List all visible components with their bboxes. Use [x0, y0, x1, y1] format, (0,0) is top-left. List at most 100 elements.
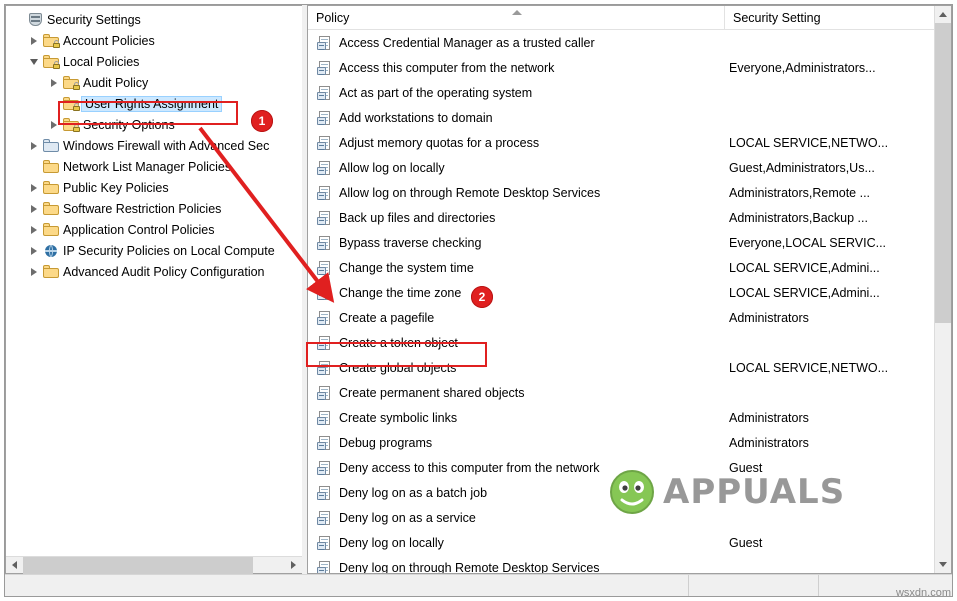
policy-name: Allow log on through Remote Desktop Serv… [339, 185, 601, 200]
sidebar-label: Application Control Policies [63, 222, 215, 237]
table-row[interactable]: Access Credential Manager as a trusted c… [308, 30, 951, 55]
policy-name: Deny log on through Remote Desktop Servi… [339, 560, 600, 574]
scroll-down-button[interactable] [935, 556, 951, 573]
expander-local-policies[interactable] [26, 58, 42, 65]
table-row[interactable]: Deny log on through Remote Desktop Servi… [308, 555, 951, 573]
folder-lock-icon [42, 55, 60, 69]
table-row[interactable]: Deny log on as a batch job [308, 480, 951, 505]
sidebar-item-advanced-audit-policy-configuration[interactable]: Advanced Audit Policy Configuration [6, 261, 302, 282]
tree-root-security-settings[interactable]: Security Settings [6, 9, 302, 30]
policy-name: Create global objects [339, 360, 457, 375]
tree-horizontal-scrollbar[interactable] [6, 556, 302, 574]
sidebar-item-windows-firewall[interactable]: Windows Firewall with Advanced Sec [6, 135, 302, 156]
scroll-thumb-horizontal[interactable] [23, 556, 253, 574]
sidebar-item-local-policies[interactable]: Local Policies [6, 51, 302, 72]
table-row[interactable]: Add workstations to domain [308, 105, 951, 130]
console-tree[interactable]: Security Settings Account Policies Local… [6, 6, 302, 556]
table-row[interactable]: Deny log on as a service [308, 505, 951, 530]
folder-icon [42, 223, 60, 236]
policy-icon [317, 60, 334, 75]
sort-ascending-icon [512, 9, 522, 15]
expander-account-policies[interactable] [26, 36, 42, 45]
sidebar-label: Network List Manager Policies [63, 159, 232, 174]
table-row[interactable]: Allow log on through Remote Desktop Serv… [308, 180, 951, 205]
table-row[interactable]: Back up files and directories Administra… [308, 205, 951, 230]
policy-cell: Create a pagefile [308, 310, 725, 325]
policy-name: Adjust memory quotas for a process [339, 135, 540, 150]
policy-icon [317, 110, 334, 125]
policy-list[interactable]: Access Credential Manager as a trusted c… [308, 30, 951, 573]
table-row[interactable]: Change the system time LOCAL SERVICE,Adm… [308, 255, 951, 280]
expander-ip-security[interactable] [26, 246, 42, 255]
source-watermark: wsxdn.com [895, 587, 951, 599]
folder-lock-icon [42, 34, 60, 48]
sidebar-item-application-control-policies[interactable]: Application Control Policies [6, 219, 302, 240]
sidebar-item-account-policies[interactable]: Account Policies [6, 30, 302, 51]
policy-cell: Allow log on locally [308, 160, 725, 175]
policy-cell: Change the time zone [308, 285, 725, 300]
policy-cell: Deny access to this computer from the ne… [308, 460, 725, 475]
status-bar [5, 574, 952, 596]
expander-audit-policy[interactable] [46, 78, 62, 87]
security-setting-cell: Guest [729, 460, 763, 475]
policy-icon [317, 210, 334, 225]
expander-application-control[interactable] [26, 225, 42, 234]
table-row[interactable]: Create symbolic links Administrators [308, 405, 951, 430]
policy-name: Back up files and directories [339, 210, 496, 225]
security-setting-cell: Guest,Administrators,Us... [729, 160, 875, 175]
sidebar-item-network-list-manager-policies[interactable]: Network List Manager Policies [6, 156, 302, 177]
column-header-security-setting[interactable]: Security Setting [725, 5, 935, 30]
table-row[interactable]: Access this computer from the network Ev… [308, 55, 951, 80]
table-row[interactable]: Bypass traverse checking Everyone,LOCAL … [308, 230, 951, 255]
security-setting-cell: LOCAL SERVICE,Admini... [729, 285, 880, 300]
sidebar-item-public-key-policies[interactable]: Public Key Policies [6, 177, 302, 198]
table-row[interactable]: Create permanent shared objects [308, 380, 951, 405]
sidebar-label-selected: User Rights Assignment [81, 95, 223, 112]
folder-lock-icon [62, 97, 80, 111]
scroll-right-button[interactable] [285, 561, 302, 569]
status-segment-left [5, 575, 689, 596]
sidebar-item-audit-policy[interactable]: Audit Policy [6, 72, 302, 93]
policy-icon [317, 310, 334, 325]
policy-name: Create a token object [339, 335, 458, 350]
column-header-policy-label: Policy [316, 10, 350, 25]
policy-icon [317, 560, 334, 573]
table-row[interactable]: Adjust memory quotas for a process LOCAL… [308, 130, 951, 155]
column-header-policy[interactable]: Policy [308, 5, 725, 30]
expander-security-options[interactable] [46, 120, 62, 129]
security-setting-cell: Administrators,Remote ... [729, 185, 871, 200]
table-row[interactable]: Deny access to this computer from the ne… [308, 455, 951, 480]
table-row[interactable]: Act as part of the operating system [308, 80, 951, 105]
policy-cell: Deny log on as a batch job [308, 485, 725, 500]
security-setting-cell: LOCAL SERVICE,Admini... [729, 260, 880, 275]
table-row[interactable]: Change the time zone LOCAL SERVICE,Admin… [308, 280, 951, 305]
security-setting-cell: Administrators,Backup ... [729, 210, 868, 225]
scroll-up-button[interactable] [935, 6, 951, 23]
scroll-thumb-vertical[interactable] [935, 23, 951, 323]
sidebar-item-software-restriction-policies[interactable]: Software Restriction Policies [6, 198, 302, 219]
scroll-track-horizontal[interactable] [23, 556, 285, 574]
expander-windows-firewall[interactable] [26, 141, 42, 150]
expander-advanced-audit[interactable] [26, 267, 42, 276]
table-row-create-a-token-object[interactable]: Create a token object [308, 330, 951, 355]
policy-name: Debug programs [339, 435, 433, 450]
table-row[interactable]: Debug programs Administrators [308, 430, 951, 455]
sidebar-item-ip-security-policies[interactable]: IP Security Policies on Local Compute [6, 240, 302, 261]
table-row[interactable]: Deny log on locally Guest [308, 530, 951, 555]
scroll-track-vertical[interactable] [935, 23, 951, 556]
policy-name: Access this computer from the network [339, 60, 555, 75]
security-setting-cell: Guest [729, 535, 763, 550]
policy-name: Change the time zone [339, 285, 462, 300]
list-vertical-scrollbar[interactable] [934, 6, 951, 573]
scroll-left-button[interactable] [6, 561, 23, 569]
policy-icon [317, 435, 334, 450]
expander-public-key-policies[interactable] [26, 183, 42, 192]
table-row[interactable]: Create a pagefile Administrators [308, 305, 951, 330]
table-row[interactable]: Allow log on locally Guest,Administrator… [308, 155, 951, 180]
policy-cell: Access Credential Manager as a trusted c… [308, 35, 725, 50]
table-row[interactable]: Create global objects LOCAL SERVICE,NETW… [308, 355, 951, 380]
policy-cell: Add workstations to domain [308, 110, 725, 125]
policy-icon [317, 360, 334, 375]
expander-software-restriction[interactable] [26, 204, 42, 213]
callout-step-2: 2 [471, 286, 493, 308]
